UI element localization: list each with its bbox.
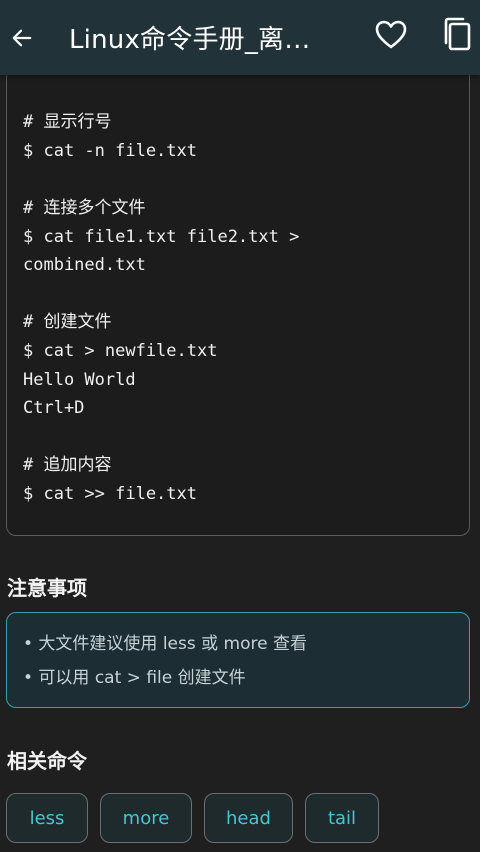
code-line: $ cat file1.txt file2.txt > bbox=[23, 226, 300, 247]
related-commands-list: less more head tail bbox=[6, 793, 379, 843]
notes-heading: 注意事项 bbox=[7, 576, 87, 600]
related-command-more[interactable]: more bbox=[100, 793, 192, 843]
heart-outline-icon[interactable] bbox=[375, 20, 407, 50]
arrow-back-icon[interactable] bbox=[11, 27, 33, 49]
related-command-head[interactable]: head bbox=[204, 793, 293, 843]
related-commands-heading: 相关命令 bbox=[7, 749, 87, 773]
code-line: combined.txt bbox=[23, 255, 146, 276]
code-line: $ cat >> file.txt bbox=[23, 483, 197, 504]
copy-icon[interactable] bbox=[442, 16, 472, 52]
related-command-tail[interactable]: tail bbox=[305, 793, 379, 843]
code-line: # 连接多个文件 bbox=[23, 197, 146, 218]
note-item: • 大文件建议使用 less 或 more 查看 bbox=[23, 634, 307, 654]
related-command-less[interactable]: less bbox=[6, 793, 88, 843]
code-lines: $ cat file.txt # 显示行号 $ cat -n file.txt … bbox=[23, 51, 459, 509]
code-line: # 追加内容 bbox=[23, 455, 112, 476]
command-detail-screen: $ cat file.txt # 显示行号 $ cat -n file.txt … bbox=[0, 0, 480, 852]
code-line: $ cat > newfile.txt bbox=[23, 340, 218, 361]
note-item: • 可以用 cat > file 创建文件 bbox=[23, 668, 246, 688]
app-bar: Linux命令手册_离… bbox=[0, 0, 480, 75]
code-example-block: $ cat file.txt # 显示行号 $ cat -n file.txt … bbox=[6, 40, 470, 536]
page-title: Linux命令手册_离… bbox=[69, 25, 311, 55]
code-line: Hello World bbox=[23, 369, 136, 390]
code-line: Ctrl+D bbox=[23, 398, 85, 419]
notes-box: • 大文件建议使用 less 或 more 查看 • 可以用 cat > fil… bbox=[6, 612, 470, 708]
code-line: # 创建文件 bbox=[23, 312, 112, 333]
code-line: $ cat -n file.txt bbox=[23, 140, 197, 161]
code-line: # 显示行号 bbox=[23, 112, 112, 133]
